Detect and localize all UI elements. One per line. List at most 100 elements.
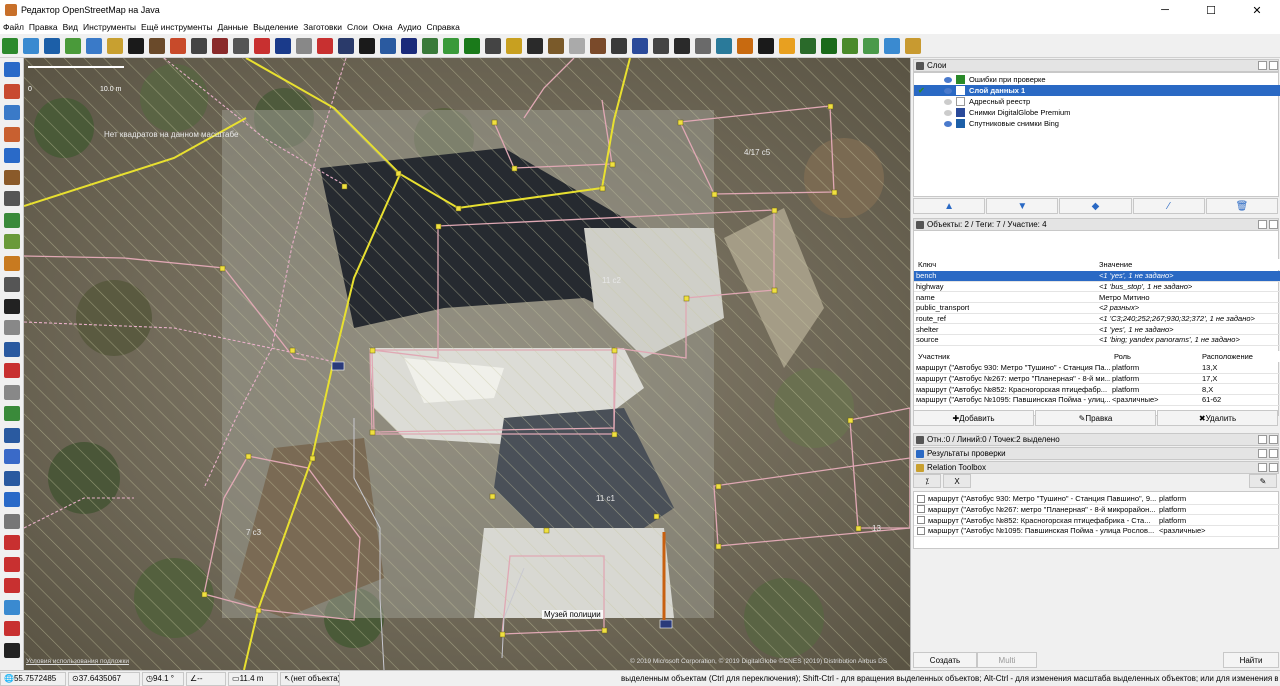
mode-tool-button-25[interactable] — [4, 599, 20, 615]
map-view[interactable]: 0 10.0 m Нет квадратов на данном масштаб… — [24, 58, 910, 670]
mode-tool-button-26[interactable] — [4, 621, 20, 636]
menu-data[interactable]: Данные — [217, 22, 248, 32]
selection-panel-header[interactable]: Отн.:0 / Линий:0 / Точек:2 выделено — [913, 433, 1279, 446]
toolbar-button-37[interactable] — [779, 37, 795, 54]
panel-detach-icon[interactable] — [1258, 449, 1267, 458]
panel-close-icon[interactable] — [1269, 435, 1278, 444]
member-row[interactable]: маршрут ("Автобус №1095: Павшинская Пойм… — [914, 395, 1280, 406]
member-row[interactable]: маршрут ("Автобус 930: Метро "Тушино" - … — [914, 363, 1280, 374]
visibility-eye-icon[interactable] — [944, 120, 952, 127]
menu-file[interactable]: Файл — [3, 22, 24, 32]
mode-tool-button-2[interactable] — [4, 105, 20, 120]
duplicate-button[interactable]: ⁄ — [1132, 198, 1205, 214]
toolbar-button-9[interactable] — [191, 37, 207, 54]
panel-detach-icon[interactable] — [1258, 435, 1267, 444]
panel-detach-icon[interactable] — [1258, 61, 1267, 70]
toolbar-button-12[interactable] — [254, 37, 270, 54]
map-canvas[interactable] — [24, 58, 910, 670]
panel-close-icon[interactable] — [1269, 61, 1278, 70]
menu-presets[interactable]: Заготовки — [303, 22, 342, 32]
tag-row[interactable]: route_ref <1 'C3;240;252;267;930;32;372',… — [914, 314, 1280, 325]
visibility-eye-icon[interactable] — [944, 98, 952, 105]
mode-tool-button-9[interactable] — [4, 255, 20, 271]
toolbar-button-38[interactable] — [800, 37, 816, 54]
toolbar-button-24[interactable] — [506, 37, 522, 54]
mode-tool-button-17[interactable] — [4, 427, 20, 443]
mode-tool-button-7[interactable] — [4, 212, 20, 228]
toolbar-button-0[interactable] — [2, 37, 18, 54]
remove-member-button[interactable]: X — [943, 474, 971, 488]
menu-more-tools[interactable]: Ещё инструменты — [141, 22, 212, 32]
bus-stop-1[interactable] — [331, 361, 345, 371]
toolbar-button-42[interactable] — [884, 37, 900, 54]
toolbar-button-25[interactable] — [527, 37, 543, 54]
relation-checkbox[interactable] — [917, 494, 925, 503]
toolbar-button-36[interactable] — [758, 37, 774, 54]
panel-detach-icon[interactable] — [1258, 220, 1267, 229]
relation-row[interactable]: маршрут ("Автобус №267: метро "Планерная… — [914, 505, 1280, 516]
mode-tool-button-16[interactable] — [4, 406, 20, 421]
relation-row[interactable]: маршрут ("Автобус №852: Красногорская пт… — [914, 515, 1280, 526]
mode-tool-button-22[interactable] — [4, 535, 20, 550]
toolbar-button-5[interactable] — [107, 37, 123, 54]
toolbar-button-17[interactable] — [359, 37, 375, 54]
relation-row[interactable]: маршрут ("Автобус №1095: Павшинская Пойм… — [914, 526, 1280, 537]
close-button[interactable]: ✕ — [1234, 0, 1280, 20]
imagery-attribution[interactable]: © 2019 Microsoft Corporation, © 2019 Dig… — [630, 658, 887, 665]
mode-tool-button-19[interactable] — [4, 470, 20, 486]
panel-close-icon[interactable] — [1269, 220, 1278, 229]
mode-tool-button-5[interactable] — [4, 169, 20, 185]
panel-close-icon[interactable] — [1269, 463, 1278, 472]
menu-help[interactable]: Справка — [426, 22, 459, 32]
multi-button[interactable]: Multi — [977, 652, 1037, 668]
relation-toolbox-header[interactable]: Relation Toolbox — [913, 461, 1279, 474]
menu-tools[interactable]: Инструменты — [83, 22, 136, 32]
toolbar-button-35[interactable] — [737, 37, 753, 54]
panel-detach-icon[interactable] — [1258, 463, 1267, 472]
toolbar-button-11[interactable] — [233, 37, 249, 54]
find-button[interactable]: Найти — [1223, 652, 1279, 668]
toolbar-button-16[interactable] — [338, 37, 354, 54]
toolbar-button-31[interactable] — [653, 37, 669, 54]
toolbar-button-23[interactable] — [485, 37, 501, 54]
merge-button[interactable]: ◆ — [1059, 198, 1132, 214]
relation-checkbox[interactable] — [917, 516, 925, 525]
toolbar-button-30[interactable] — [632, 37, 648, 54]
tag-row[interactable]: public_transport <2 разных> — [914, 303, 1280, 314]
toolbar-button-10[interactable] — [212, 37, 228, 54]
move-up-button[interactable]: ▲ — [913, 198, 986, 214]
menu-audio[interactable]: Аудио — [397, 22, 421, 32]
menu-selection[interactable]: Выделение — [253, 22, 298, 32]
toolbar-button-22[interactable] — [464, 37, 480, 54]
visibility-eye-icon[interactable] — [944, 76, 952, 83]
toolbar-button-39[interactable] — [821, 37, 837, 54]
toolbar-button-19[interactable] — [401, 37, 417, 54]
visibility-eye-icon[interactable] — [944, 87, 952, 94]
bus-stop-2[interactable] — [659, 619, 673, 629]
menu-view[interactable]: Вид — [63, 22, 78, 32]
mode-tool-button-15[interactable] — [4, 384, 20, 400]
mode-tool-button-3[interactable] — [4, 126, 20, 142]
mode-tool-button-20[interactable] — [4, 492, 20, 507]
add-tag-button[interactable]: ✚ Добавить — [913, 410, 1034, 426]
toolbar-button-4[interactable] — [86, 37, 102, 54]
tag-row[interactable]: source <1 'bing; yandex panorams', 1 не з… — [914, 335, 1280, 346]
toolbar-button-41[interactable] — [863, 37, 879, 54]
mode-tool-button-27[interactable] — [4, 642, 20, 658]
toolbar-button-40[interactable] — [842, 37, 858, 54]
layer-row[interactable]: Ошибки при проверке — [914, 74, 1280, 85]
toolbar-button-34[interactable] — [716, 37, 732, 54]
mode-tool-button-13[interactable] — [4, 341, 20, 357]
menu-edit[interactable]: Правка — [29, 22, 58, 32]
mode-tool-button-8[interactable] — [4, 234, 20, 249]
toolbar-button-18[interactable] — [380, 37, 396, 54]
mode-tool-button-4[interactable] — [4, 148, 20, 163]
menu-imagery[interactable]: Слои — [347, 22, 368, 32]
edit-relation-icon[interactable]: ✎ — [1249, 474, 1277, 488]
toolbar-button-8[interactable] — [170, 37, 186, 54]
mode-tool-button-11[interactable] — [4, 298, 20, 314]
mode-tool-button-23[interactable] — [4, 556, 20, 572]
layer-row[interactable]: Снимки DigitalGlobe Premium — [914, 107, 1280, 118]
relation-checkbox[interactable] — [917, 505, 925, 514]
mode-tool-button-6[interactable] — [4, 191, 20, 206]
